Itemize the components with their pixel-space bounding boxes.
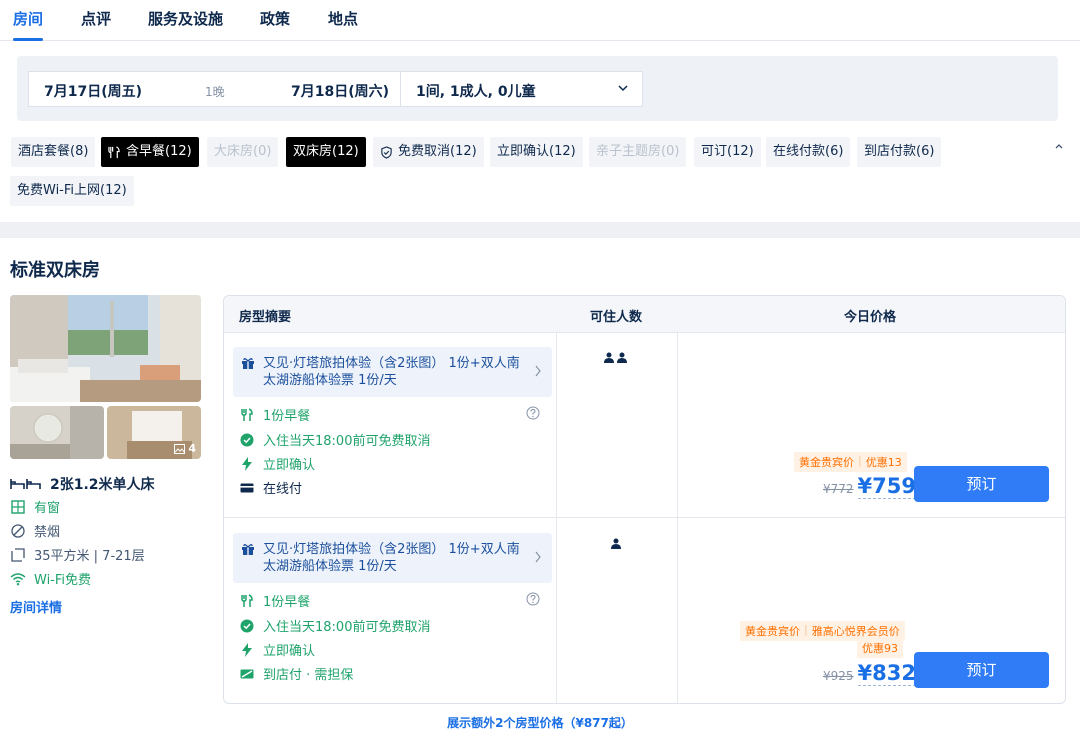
filter-chip[interactable]: 立即确认(12) [490, 137, 583, 167]
chevron-right-icon [535, 365, 541, 377]
help-icon[interactable] [526, 592, 540, 606]
room-title: 标准双床房 [10, 260, 100, 281]
filter-chip[interactable]: 含早餐(12) [101, 137, 199, 167]
filter-chip[interactable]: 在线付款(6) [766, 137, 851, 167]
gift-icon [242, 358, 254, 369]
room-details-link[interactable]: 房间详情 [10, 597, 62, 616]
filter-chip[interactable]: 免费Wi-Fi上网(12) [10, 176, 134, 206]
tab-facilities[interactable]: 服务及设施 [148, 8, 223, 41]
package-text: 又见·灯塔旅拍体验（含2张图） 1份+双人南太湖游船体验票 1份/天 [263, 356, 520, 388]
member-price-tags: 黄金贵宾价 | 优惠13 [794, 452, 907, 472]
checkout-date[interactable]: 7月18日(周六) [291, 81, 389, 101]
row-divider [224, 332, 1065, 333]
chevron-down-icon [618, 85, 628, 92]
confirm-perk: 立即确认 [240, 640, 315, 659]
current-price[interactable]: ¥832 [857, 661, 916, 686]
check-circle-icon [240, 433, 254, 446]
bed-info: 2张1.2米单人床 [10, 474, 155, 494]
package-text: 又见·灯塔旅拍体验（含2张图） 1份+双人南太湖游船体验票 1份/天 [263, 542, 520, 574]
guests-value: 1间, 1成人, 0儿童 [416, 84, 536, 100]
package-banner[interactable]: 又见·灯塔旅拍体验（含2张图） 1份+双人南太湖游船体验票 1份/天 [233, 347, 552, 397]
twin-bed-icon [10, 479, 41, 489]
utensils-icon [241, 593, 253, 607]
rates-table: 房型摘要 可住人数 今日价格 又见·灯塔旅拍体验（含2张图） 1份+双人南太湖游… [223, 295, 1066, 704]
window-feature: 有窗 [10, 497, 60, 516]
col-summary: 房型摘要 [239, 310, 292, 325]
chevron-up-icon[interactable] [1053, 141, 1065, 151]
nights-count: 1晚 [205, 85, 225, 99]
current-price[interactable]: ¥759 [857, 474, 916, 499]
row-divider [224, 517, 1065, 518]
shield-icon [381, 145, 392, 159]
price-block: ¥772 ¥759 [823, 474, 916, 499]
breakfast-perk: 1份早餐 [240, 405, 310, 424]
filter-chip: 大床房(0) [207, 137, 279, 167]
size-feature: 35平方米 | 7-21层 [10, 545, 145, 564]
wifi-icon [10, 572, 26, 585]
hotel-tabs: 房间 点评 服务及设施 政策 地点 [0, 0, 1080, 41]
discount-tag: 优惠93 [857, 638, 903, 658]
credit-card-icon [240, 483, 254, 492]
cancel-perk: 入住当天18:00前可免费取消 [240, 616, 430, 635]
col-price: 今日价格 [844, 310, 897, 325]
pay-at-hotel-icon [240, 669, 254, 678]
check-circle-icon [240, 619, 254, 632]
room-photo-thumb[interactable]: 4 [107, 406, 201, 459]
column-divider [556, 332, 557, 703]
room-photo-main[interactable] [10, 295, 201, 402]
original-price: ¥772 [823, 482, 854, 496]
column-divider [677, 332, 678, 703]
payment-perk: 在线付 [240, 478, 302, 497]
lightning-icon [242, 456, 252, 471]
checkin-date[interactable]: 7月17日(周五) [44, 81, 142, 101]
payment-perk: 到店付 · 需担保 [240, 664, 353, 683]
book-button[interactable]: 预订 [914, 466, 1049, 502]
gift-icon [242, 544, 254, 555]
tab-reviews[interactable]: 点评 [81, 8, 111, 41]
breakfast-perk: 1份早餐 [240, 591, 310, 610]
guest-selector[interactable]: 1间, 1成人, 0儿童 [400, 71, 643, 107]
section-divider [0, 222, 1080, 238]
help-icon[interactable] [526, 406, 540, 420]
show-more-rates-link[interactable]: 展示额外2个房型价格（¥877起） [0, 714, 1080, 731]
filter-chip: 亲子主题房(0) [589, 137, 687, 167]
tab-location[interactable]: 地点 [328, 8, 358, 41]
utensils-icon [108, 145, 120, 158]
date-picker[interactable]: 7月17日(周五) 1晚 7月18日(周六) [28, 71, 400, 107]
no-smoking-icon [11, 523, 25, 538]
table-header: 房型摘要 可住人数 今日价格 [224, 296, 1065, 332]
lightning-icon [242, 642, 252, 657]
filter-chip[interactable]: 双床房(12) [286, 137, 366, 167]
occupancy-2 [604, 352, 627, 363]
person-icon [611, 538, 621, 549]
filter-chip[interactable]: 免费取消(12) [373, 137, 484, 167]
book-button[interactable]: 预订 [914, 652, 1049, 688]
person-icon [617, 352, 627, 363]
chevron-right-icon [535, 551, 541, 563]
package-banner[interactable]: 又见·灯塔旅拍体验（含2张图） 1份+双人南太湖游船体验票 1份/天 [233, 533, 552, 583]
search-bar: 7月17日(周五) 1晚 7月18日(周六) 1间, 1成人, 0儿童 [17, 56, 1058, 121]
filter-chip[interactable]: 酒店套餐(8) [11, 137, 96, 167]
smoking-feature: 禁烟 [10, 521, 60, 540]
area-icon [11, 547, 25, 562]
original-price: ¥925 [823, 669, 854, 683]
col-occupancy: 可住人数 [590, 310, 643, 325]
person-icon [604, 352, 614, 363]
filter-chip[interactable]: 可订(12) [694, 137, 761, 167]
window-icon [11, 499, 25, 514]
photo-count: 4 [174, 442, 196, 455]
room-photo-thumb[interactable] [10, 406, 104, 459]
price-block: ¥925 ¥832 [823, 661, 916, 686]
filter-chip[interactable]: 到店付款(6) [857, 137, 942, 167]
wifi-feature: Wi-Fi免费 [10, 569, 91, 588]
utensils-icon [241, 407, 253, 421]
cancel-perk: 入住当天18:00前可免费取消 [240, 430, 430, 449]
occupancy-1 [611, 538, 621, 549]
confirm-perk: 立即确认 [240, 454, 315, 473]
image-icon [174, 443, 186, 454]
tab-rooms[interactable]: 房间 [13, 8, 44, 41]
tab-policy[interactable]: 政策 [260, 8, 290, 41]
